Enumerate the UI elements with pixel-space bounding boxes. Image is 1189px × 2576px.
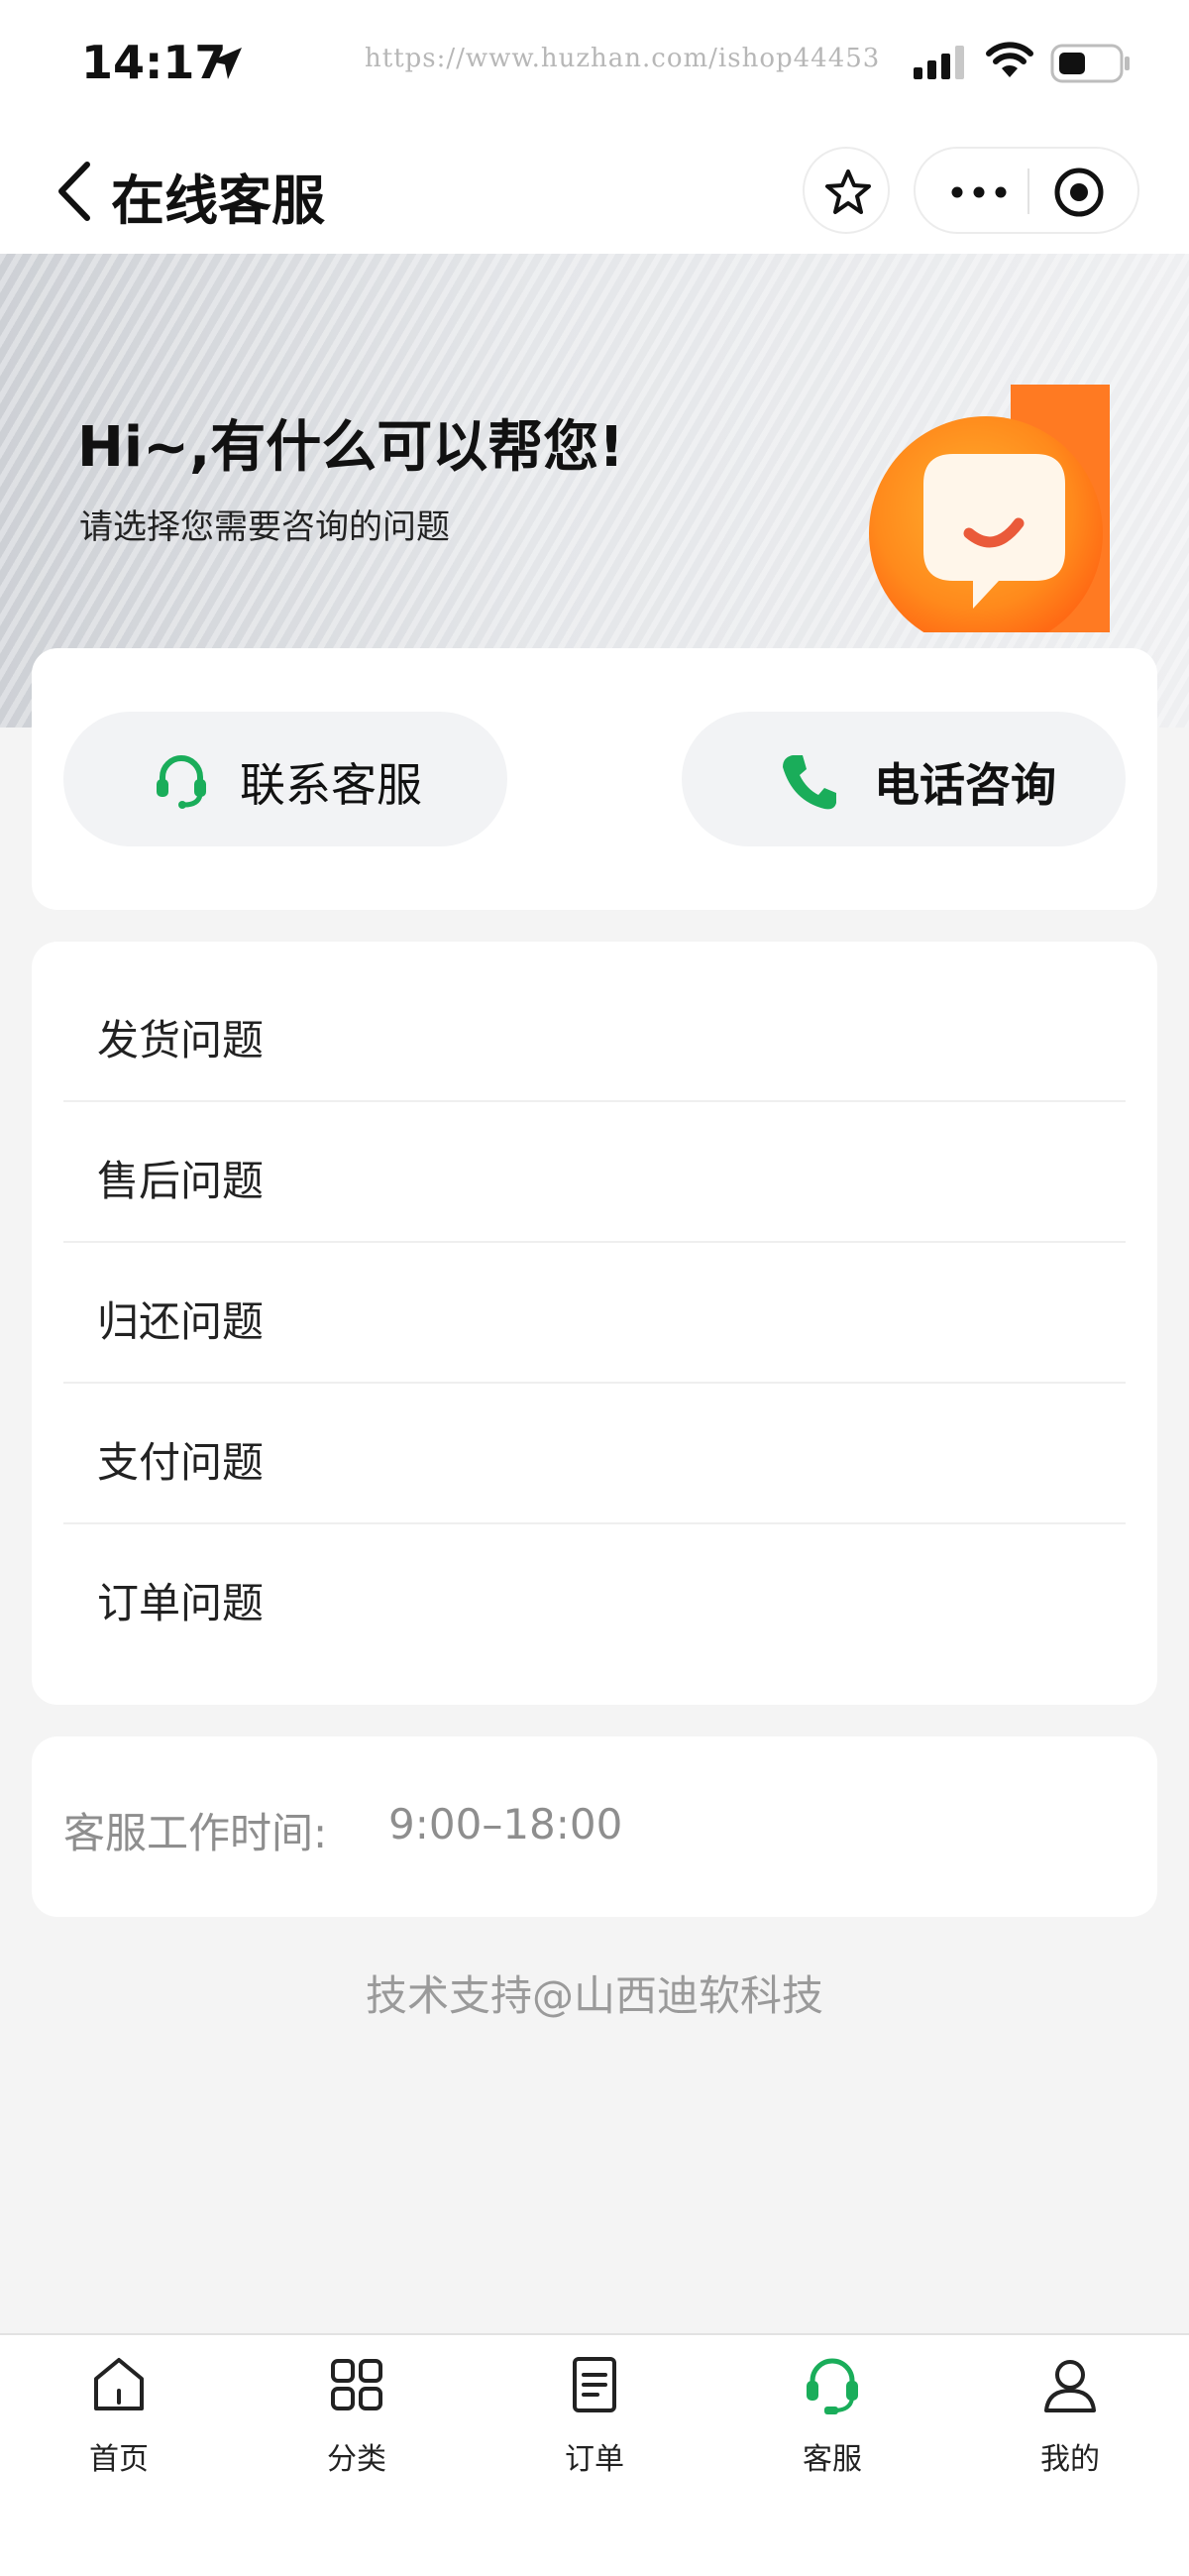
list-item-label: 售后问题: [97, 1157, 265, 1205]
tab-label: 我的: [1040, 2442, 1100, 2477]
headset-icon: [157, 755, 206, 809]
phone-consult-button[interactable]: 电话咨询: [682, 712, 1126, 846]
star-icon: [825, 169, 871, 214]
page-title: 在线客服: [111, 169, 325, 232]
mini-program-capsule: [914, 147, 1139, 234]
list-item-return[interactable]: 归还问题: [63, 1243, 1126, 1384]
wifi-icon: [986, 42, 1033, 77]
signal-icon: [914, 46, 964, 79]
status-time: 14:17: [81, 36, 227, 89]
tab-label: 订单: [565, 2442, 624, 2477]
phone-consult-label: 电话咨询: [874, 758, 1056, 812]
tab-label: 分类: [327, 2442, 386, 2477]
battery-icon: [1050, 44, 1130, 83]
capsule-divider: [1027, 168, 1029, 214]
contact-service-label: 联系客服: [240, 758, 422, 812]
status-bar: 14:17 https://www.huzhan.com/ishop44453: [0, 0, 1189, 129]
tab-category[interactable]: 分类: [238, 2335, 476, 2504]
user-icon: [1044, 2360, 1096, 2412]
grid-icon: [331, 2359, 382, 2410]
tab-profile[interactable]: 我的: [951, 2335, 1189, 2504]
home-icon: [94, 2358, 144, 2410]
tech-support-text: 技术支持@山西迪软科技: [365, 1971, 823, 2020]
list-item-label: 订单问题: [97, 1579, 265, 1627]
list-item-after-sales[interactable]: 售后问题: [63, 1102, 1126, 1243]
bottom-tab-bar: 首页 分类 订单 客服 我的: [0, 2333, 1189, 2576]
more-dots-icon[interactable]: [951, 186, 1007, 198]
list-item-label: 发货问题: [97, 1016, 265, 1064]
list-item-label: 支付问题: [97, 1438, 265, 1487]
contact-card: 联系客服 电话咨询: [32, 648, 1157, 910]
service-hours-card: 客服工作时间: 9:00–18:00: [32, 1736, 1157, 1917]
tab-home[interactable]: 首页: [0, 2335, 238, 2504]
tab-label: 客服: [803, 2442, 862, 2477]
list-item-order[interactable]: 订单问题: [63, 1524, 1126, 1665]
watermark-url: https://www.huzhan.com/ishop44453: [365, 44, 881, 73]
service-hours-label: 客服工作时间:: [63, 1809, 328, 1857]
contact-service-button[interactable]: 联系客服: [63, 712, 507, 846]
nav-bar: 在线客服: [0, 129, 1189, 254]
back-arrow-icon[interactable]: [52, 157, 95, 226]
hero-title: Hi~,有什么可以帮您!: [77, 415, 624, 480]
favorite-button[interactable]: [803, 147, 890, 234]
service-hours-value: 9:00–18:00: [388, 1800, 623, 1848]
list-item-shipping[interactable]: 发货问题: [63, 961, 1126, 1102]
list-item-payment[interactable]: 支付问题: [63, 1384, 1126, 1524]
headset-icon: [807, 2358, 858, 2414]
list-item-label: 归还问题: [97, 1297, 265, 1346]
tab-orders[interactable]: 订单: [476, 2335, 713, 2504]
close-target-icon[interactable]: [1052, 166, 1106, 219]
phone-icon: [783, 755, 836, 810]
hero-subtitle: 请选择您需要咨询的问题: [79, 507, 450, 547]
topics-card: 发货问题 售后问题 归还问题 支付问题 订单问题: [32, 942, 1157, 1705]
order-icon: [573, 2357, 616, 2412]
tab-customer-service[interactable]: 客服: [713, 2335, 951, 2504]
chat-bubble-illustration-icon: [869, 385, 1110, 632]
tab-label: 首页: [89, 2442, 149, 2477]
location-arrow-icon: [210, 48, 242, 79]
